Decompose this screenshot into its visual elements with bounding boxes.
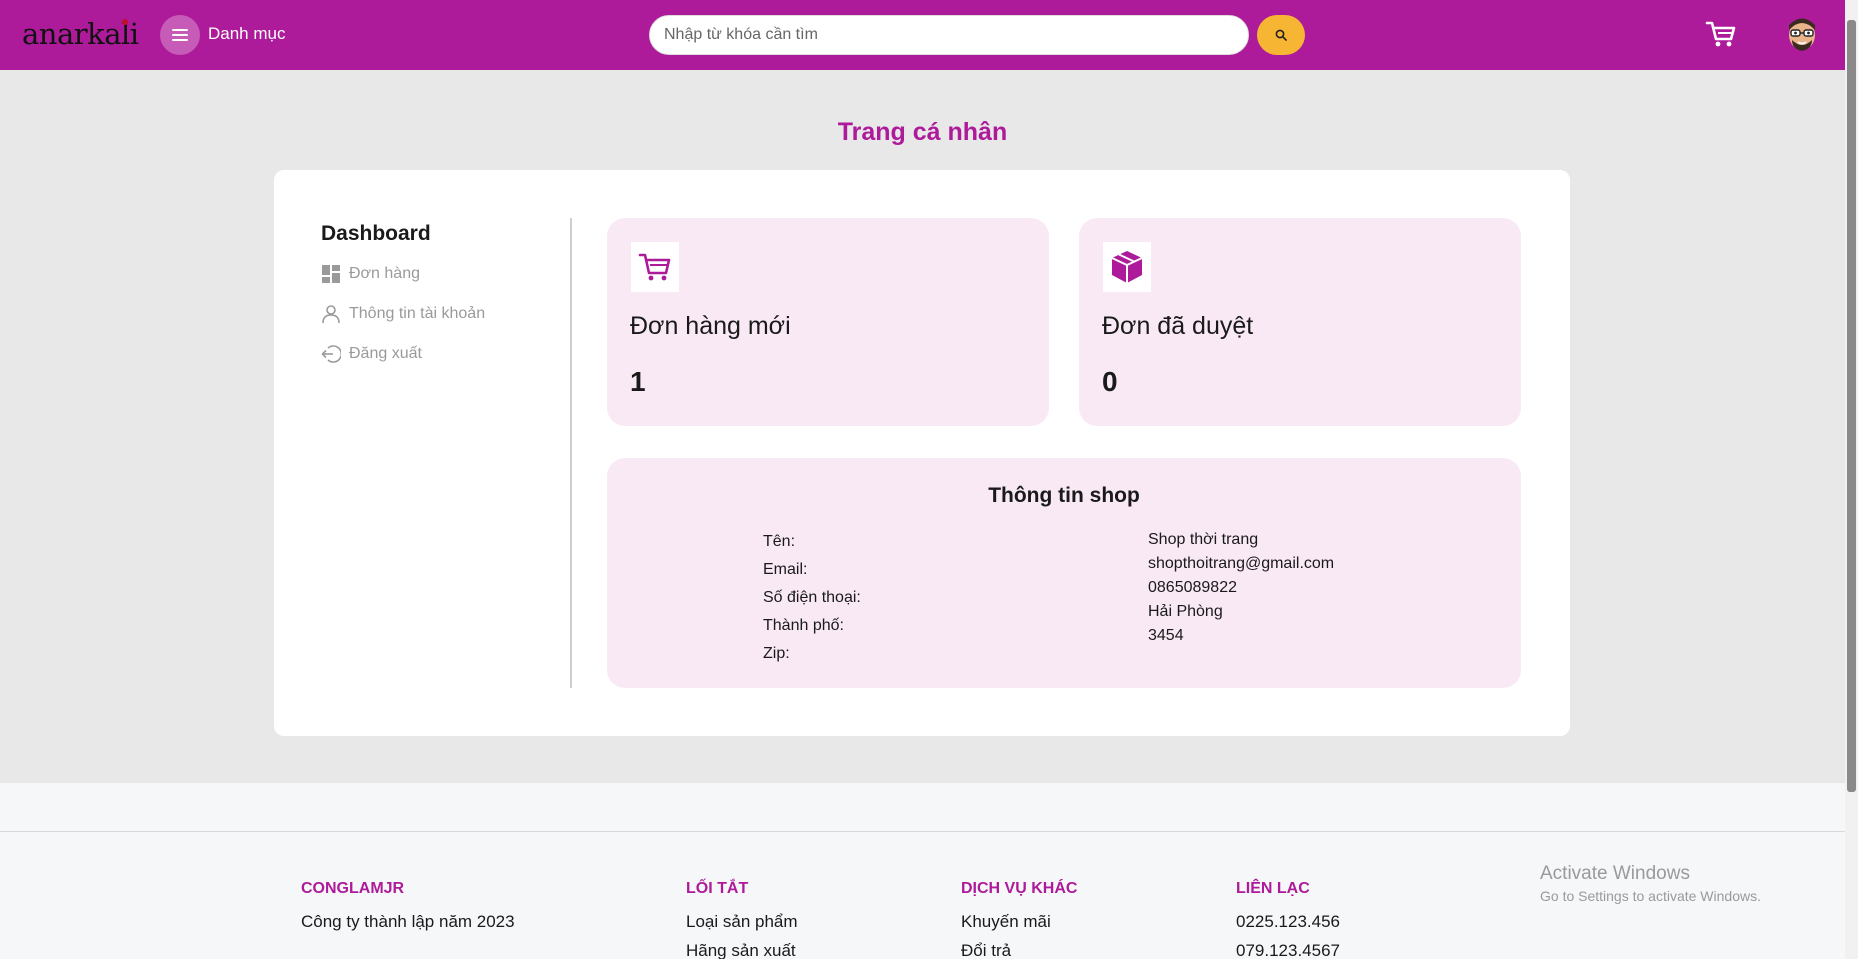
footer-divider <box>0 831 1845 832</box>
stat-value: 0 <box>1102 366 1118 397</box>
shop-label-zip: Zip: <box>763 645 790 662</box>
logout-icon <box>321 345 341 363</box>
profile-card: Dashboard Đơn hàng Thông tin tài khoản Đ… <box>274 170 1570 736</box>
menu-button[interactable] <box>160 15 200 55</box>
avatar-face-icon <box>1789 18 1815 51</box>
hamburger-icon <box>172 29 188 41</box>
page-title: Trang cá nhân <box>837 118 1008 146</box>
shop-info-values: Shop thời trang shopthoitrang@gmail.com … <box>1148 528 1334 648</box>
sidebar-divider <box>570 218 572 688</box>
sidebar-item-label: Đơn hàng <box>349 265 420 282</box>
category-menu-label[interactable]: Danh mục <box>208 24 285 44</box>
watermark-line-2: Go to Settings to activate Windows. <box>1540 888 1761 904</box>
sidebar-item-label: Đăng xuất <box>349 345 422 362</box>
sidebar-item-label: Thông tin tài khoản <box>349 305 486 322</box>
footer-column-title: LỐI TẮT <box>686 880 749 897</box>
sidebar-item-orders[interactable]: Đơn hàng <box>321 264 420 284</box>
shop-label-email: Email: <box>763 561 808 578</box>
footer-link-promotions[interactable]: Khuyến mãi <box>961 912 1077 932</box>
sidebar-title: Dashboard <box>321 222 431 245</box>
cart-icon <box>631 242 679 292</box>
top-header: anarkali Danh mục <box>0 0 1845 70</box>
shop-info-title: Thông tin shop <box>988 484 1140 507</box>
footer-column-title: CONGLAMJR <box>301 880 405 897</box>
shop-value-city: Hải Phòng <box>1148 603 1223 620</box>
footer-phone-2: 079.123.4567 <box>1236 941 1340 959</box>
footer-column-title: LIÊN LẠC <box>1236 880 1310 897</box>
shop-label-city: Thành phố: <box>763 617 844 634</box>
stat-label: Đơn hàng mới <box>630 312 791 340</box>
sidebar-item-logout[interactable]: Đăng xuất <box>321 344 422 364</box>
footer-phone-1: 0225.123.456 <box>1236 912 1340 931</box>
dashboard-grid-icon <box>322 265 340 283</box>
windows-activation-watermark: Activate Windows Go to Settings to activ… <box>1540 863 1761 904</box>
search-input[interactable] <box>649 15 1249 55</box>
footer-link-categories[interactable]: Loại sản phẩm <box>686 912 798 932</box>
stat-label: Đơn đã duyệt <box>1102 312 1254 340</box>
footer-column-title: DỊCH VỤ KHÁC <box>961 880 1078 897</box>
shop-value-zip: 3454 <box>1148 627 1184 644</box>
box-icon <box>1103 242 1151 292</box>
footer-column-shortcuts: LỐI TẮT Loại sản phẩm Hãng sản xuất <box>686 880 798 959</box>
shop-value-phone: 0865089822 <box>1148 579 1237 596</box>
cart-button[interactable] <box>1704 17 1738 51</box>
footer-column-services: DỊCH VỤ KHÁC Khuyến mãi Đổi trả <box>961 880 1077 959</box>
footer-column-company: CONGLAMJR Công ty thành lập năm 2023 <box>301 880 515 932</box>
shop-value-email: shopthoitrang@gmail.com <box>1148 555 1335 572</box>
sidebar-item-account[interactable]: Thông tin tài khoản <box>321 304 485 324</box>
shop-info-labels: Tên: Email: Số điện thoại: Thành phố: Zi… <box>763 528 861 668</box>
shop-label-phone: Số điện thoại: <box>763 589 861 606</box>
stat-card-approved-orders: Đơn đã duyệt 0 <box>1079 218 1521 426</box>
search-icon <box>1275 29 1287 41</box>
stat-card-new-orders: Đơn hàng mới 1 <box>607 218 1049 426</box>
search-button[interactable] <box>1257 15 1305 55</box>
footer-link-returns[interactable]: Đổi trả <box>961 941 1077 959</box>
shop-info-panel: Thông tin shop Tên: Email: Số điện thoại… <box>607 458 1521 688</box>
footer-link-manufacturers[interactable]: Hãng sản xuất <box>686 941 798 959</box>
scroll-thumb[interactable] <box>1847 20 1856 792</box>
stat-value: 1 <box>630 366 646 397</box>
shop-value-name: Shop thời trang <box>1148 531 1259 548</box>
avatar[interactable] <box>1786 16 1818 52</box>
user-icon <box>322 305 340 324</box>
logo-dot <box>122 19 128 25</box>
shop-label-name: Tên: <box>763 533 796 550</box>
watermark-line-1: Activate Windows <box>1540 863 1690 884</box>
footer-column-contact: LIÊN LẠC 0225.123.456 079.123.4567 <box>1236 880 1340 959</box>
footer-item: Công ty thành lập năm 2023 <box>301 912 515 931</box>
vertical-scrollbar[interactable] <box>1845 0 1858 959</box>
cart-icon <box>1705 21 1736 47</box>
